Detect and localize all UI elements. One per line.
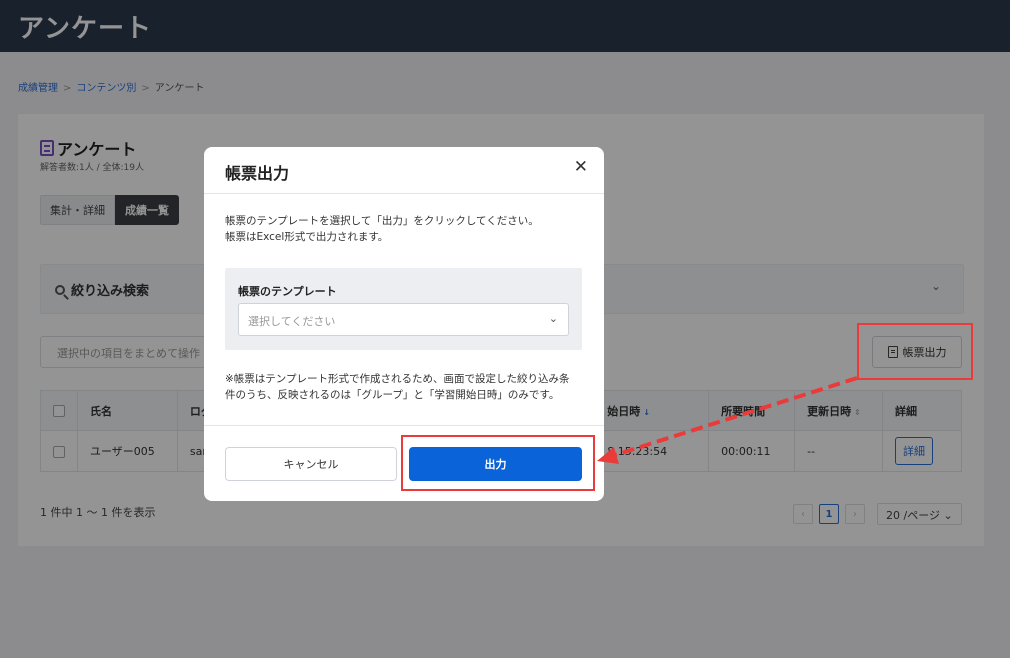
arrow-head [597,447,619,464]
arrow-line [611,376,858,458]
annotation-arrow [597,376,858,464]
